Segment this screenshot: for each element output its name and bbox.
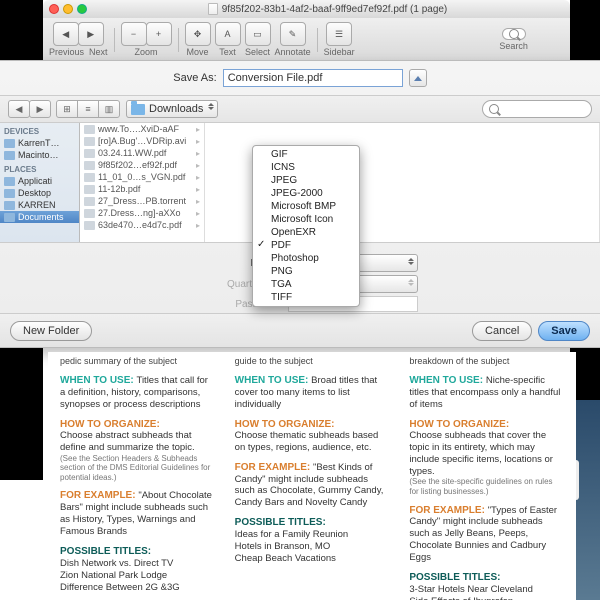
sidebar-place-item[interactable]: KARREN: [0, 199, 79, 211]
zoom-window-button[interactable]: [77, 4, 87, 14]
window-title: 9f85f202-83b1-4af2-baaf-9ff9ed7ef92f.pdf…: [222, 4, 448, 15]
search-icon: [509, 29, 519, 39]
format-menu-item[interactable]: OpenEXR: [253, 226, 359, 239]
format-menu-item[interactable]: TIFF: [253, 291, 359, 304]
sidebar-devices-header: DEVICES: [0, 123, 79, 137]
file-item[interactable]: 63de470…e4d7c.pdf▸: [80, 219, 204, 231]
save-button[interactable]: Save: [538, 321, 590, 341]
minimize-window-button[interactable]: [63, 4, 73, 14]
save-sheet: Save As: Conversion File.pdf ◀▶ ⊞ ≡ ▥ Do…: [0, 60, 600, 348]
window-titlebar: 9f85f202-83b1-4af2-baaf-9ff9ed7ef92f.pdf…: [43, 0, 570, 18]
format-menu-item[interactable]: Microsoft Icon: [253, 213, 359, 226]
collapse-sheet-button[interactable]: [409, 69, 427, 87]
file-item[interactable]: 03.24.11.WW.pdf▸: [80, 147, 204, 159]
save-as-label: Save As:: [173, 72, 216, 84]
new-folder-button[interactable]: New Folder: [10, 321, 92, 341]
previous-button[interactable]: ◀: [53, 22, 79, 46]
forward-button[interactable]: ▶: [29, 100, 51, 118]
format-menu-item[interactable]: TGA: [253, 278, 359, 291]
select-tool-button[interactable]: ▭: [245, 22, 271, 46]
list-view-button[interactable]: ≡: [77, 100, 99, 118]
format-menu-item[interactable]: JPEG: [253, 174, 359, 187]
location-popup[interactable]: Downloads: [126, 100, 218, 118]
file-icon: [208, 3, 218, 15]
format-menu-item[interactable]: PNG: [253, 265, 359, 278]
sheet-search-input[interactable]: [482, 100, 592, 118]
finder-sidebar: DEVICES KarrenT…Macinto… PLACES Applicat…: [0, 123, 80, 242]
save-as-input[interactable]: Conversion File.pdf: [223, 69, 403, 87]
sidebar-place-item[interactable]: Documents: [0, 211, 79, 223]
format-menu-item[interactable]: GIF: [253, 148, 359, 161]
zoom-out-button[interactable]: −: [121, 22, 147, 46]
format-menu[interactable]: GIFICNSJPEGJPEG-2000Microsoft BMPMicroso…: [252, 145, 360, 307]
sidebar-place-item[interactable]: Applicati: [0, 175, 79, 187]
file-item[interactable]: 11_01_0…s_VGN.pdf▸: [80, 171, 204, 183]
zoom-in-button[interactable]: +: [146, 22, 172, 46]
sidebar-device-item[interactable]: Macinto…: [0, 149, 79, 161]
file-item[interactable]: 9f85f202…ef92f.pdf▸: [80, 159, 204, 171]
sidebar-place-item[interactable]: Desktop: [0, 187, 79, 199]
back-button[interactable]: ◀: [8, 100, 30, 118]
column-view-button[interactable]: ▥: [98, 100, 120, 118]
next-button[interactable]: ▶: [78, 22, 104, 46]
icon-view-button[interactable]: ⊞: [56, 100, 78, 118]
format-menu-item[interactable]: PDF: [253, 239, 359, 252]
file-column: www.To….XviD-aAF▸[ro]A.Bug'…VDRip.avi▸03…: [80, 123, 205, 242]
cancel-button[interactable]: Cancel: [472, 321, 532, 341]
search-icon: [489, 104, 499, 114]
close-window-button[interactable]: [49, 4, 59, 14]
format-menu-item[interactable]: Photoshop: [253, 252, 359, 265]
app-toolbar: ◀▶Previous Next −+Zoom ✥Move AText ▭Sele…: [43, 18, 570, 62]
document-content: pedic summary of the subjectWHEN TO USE:…: [48, 352, 576, 600]
file-item[interactable]: www.To….XviD-aAF▸: [80, 123, 204, 135]
toolbar-search-input[interactable]: [502, 28, 526, 40]
sidebar-button[interactable]: ☰: [326, 22, 352, 46]
sidebar-device-item[interactable]: KarrenT…: [0, 137, 79, 149]
file-item[interactable]: 11-12b.pdf▸: [80, 183, 204, 195]
file-item[interactable]: 27_Dress…PB.torrent▸: [80, 195, 204, 207]
text-tool-button[interactable]: A: [215, 22, 241, 46]
folder-icon: [131, 104, 145, 115]
format-menu-item[interactable]: JPEG-2000: [253, 187, 359, 200]
file-item[interactable]: 27.Dress…ng]-aXXo▸: [80, 207, 204, 219]
format-menu-item[interactable]: ICNS: [253, 161, 359, 174]
sidebar-places-header: PLACES: [0, 161, 79, 175]
format-menu-item[interactable]: Microsoft BMP: [253, 200, 359, 213]
annotate-tool-button[interactable]: ✎: [280, 22, 306, 46]
file-item[interactable]: [ro]A.Bug'…VDRip.avi▸: [80, 135, 204, 147]
move-tool-button[interactable]: ✥: [185, 22, 211, 46]
